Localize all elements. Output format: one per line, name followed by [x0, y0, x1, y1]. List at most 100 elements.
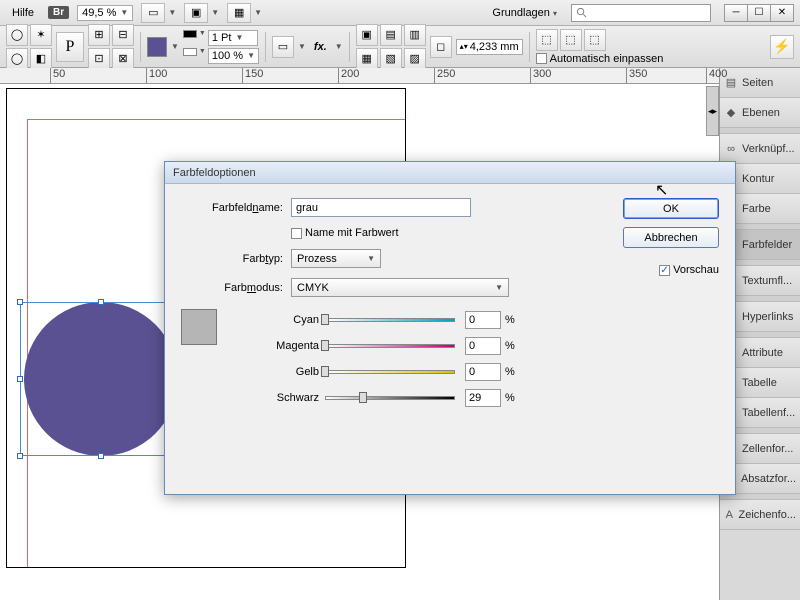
ruler-tick: 50 [50, 68, 65, 84]
panel-label: Hyperlinks [742, 311, 793, 323]
ruler-tick: 250 [434, 68, 455, 84]
panel-icon: A [724, 508, 735, 522]
panel-label: Verknüpf... [742, 143, 795, 155]
ruler-tick: 200 [338, 68, 359, 84]
bridge-badge[interactable]: Br [48, 6, 69, 19]
menu-help[interactable]: Hilfe [6, 5, 40, 21]
maximize-button[interactable]: ☐ [747, 4, 771, 22]
opacity-value: 100 % [212, 50, 243, 62]
swatch-options-dialog: Farbfeldoptionen Farbfeldname: Name mit … [164, 161, 736, 495]
panel-zeichenfo...[interactable]: A Zeichenfo... [720, 500, 800, 530]
wrap-icon-4[interactable]: ▦ [356, 48, 378, 70]
cyan-slider[interactable] [325, 315, 455, 325]
control-toolbar: ◯ ✶ ◯ ◧ P ⊞ ⊟ ⊡ ⊠ ▼ ▼1 Pt▼ ▼100 %▼ ▭▼ fx… [0, 26, 800, 68]
preview-label: Vorschau [673, 264, 719, 276]
panel-collapse-button[interactable]: ◂▸ [706, 86, 719, 136]
panel-label: Kontur [742, 173, 774, 185]
zoom-value: 49,5 % [82, 7, 116, 19]
minimize-button[interactable]: ─ [724, 4, 748, 22]
cyan-input[interactable] [465, 311, 501, 329]
chevron-down-icon: ▼ [367, 254, 375, 263]
panel-label: Ebenen [742, 107, 780, 119]
opacity-input[interactable]: 100 %▼ [208, 48, 259, 64]
tool-ellipse2-icon[interactable]: ◯ [6, 48, 28, 70]
name-with-value-checkbox[interactable]: Name mit Farbwert [291, 227, 399, 239]
color-type-select[interactable]: Prozess ▼ [291, 249, 381, 268]
yellow-input[interactable] [465, 363, 501, 381]
swatch-name-input[interactable] [291, 198, 471, 217]
screen-mode-button[interactable]: ▣ [184, 3, 208, 23]
magenta-input[interactable] [465, 337, 501, 355]
fx-button[interactable]: fx. [310, 39, 331, 55]
wrap-icon-3[interactable]: ▥ [404, 24, 426, 46]
align2-icon[interactable]: ⊡ [88, 48, 110, 70]
distribute-icon[interactable]: ⊟ [112, 24, 134, 46]
stroke-swatch[interactable] [183, 30, 197, 38]
effects-icon[interactable]: ▭ [272, 36, 294, 58]
close-button[interactable]: ✕ [770, 4, 794, 22]
dialog-titlebar[interactable]: Farbfeldoptionen [165, 162, 735, 184]
corner-radius-value: 4,233 mm [470, 41, 519, 53]
ruler-tick: 300 [530, 68, 551, 84]
selected-object[interactable] [20, 302, 182, 456]
autofit-label: Automatisch einpassen [550, 53, 664, 65]
color-type-label: Farbtyp: [181, 253, 291, 265]
search-input[interactable] [571, 4, 711, 22]
panel-label: Zellenfor... [742, 443, 793, 455]
corner-radius-input[interactable]: ▴▾4,233 mm [456, 39, 523, 55]
align-icon[interactable]: ⊞ [88, 24, 110, 46]
yellow-slider[interactable] [325, 367, 455, 377]
workspace-selector[interactable]: Grundlagen ▾ [486, 5, 563, 21]
tool-gradient-icon[interactable]: ◧ [30, 48, 52, 70]
color-mode-select[interactable]: CMYK▼ [291, 278, 509, 297]
wrap-icon-2[interactable]: ▤ [380, 24, 402, 46]
swatch-preview [181, 309, 217, 345]
view-mode-button[interactable]: ▭ [141, 3, 165, 23]
cancel-button[interactable]: Abbrechen [623, 227, 719, 248]
corner-icon[interactable]: ◻ [430, 36, 452, 58]
search-icon [576, 7, 587, 18]
dialog-title: Farbfeldoptionen [173, 167, 256, 179]
quick-apply-icon[interactable]: ⚡ [770, 35, 794, 59]
ruler-tick: 100 [146, 68, 167, 84]
autofit-checkbox[interactable]: Automatisch einpassen [536, 53, 664, 65]
panel-ebenen[interactable]: ◆ Ebenen [720, 98, 800, 128]
cyan-label: Cyan [267, 314, 325, 326]
wrap-icon-5[interactable]: ▧ [380, 48, 402, 70]
fit-icon-2[interactable]: ⬚ [560, 29, 582, 51]
nofill-swatch[interactable] [183, 48, 197, 56]
fill-swatch[interactable] [147, 37, 167, 57]
fit-icon-3[interactable]: ⬚ [584, 29, 606, 51]
arrange-button[interactable]: ▦ [227, 3, 251, 23]
black-slider[interactable] [325, 393, 455, 403]
zoom-level[interactable]: 49,5 % ▼ [77, 5, 133, 21]
window-controls: ─ ☐ ✕ [725, 4, 794, 22]
panel-seiten[interactable]: ▤Seiten [720, 68, 800, 98]
panel-verknüpf...[interactable]: ∞ Verknüpf... [720, 134, 800, 164]
panel-label: Farbfelder [742, 239, 792, 251]
panel-icon: ◆ [724, 106, 738, 120]
distribute2-icon[interactable]: ⊠ [112, 48, 134, 70]
panel-label: Farbe [742, 203, 771, 215]
wrap-icon-6[interactable]: ▨ [404, 48, 426, 70]
wrap-icon-1[interactable]: ▣ [356, 24, 378, 46]
paragraph-style-icon[interactable]: P [56, 32, 84, 62]
magenta-slider[interactable] [325, 341, 455, 351]
chevron-down-icon: ▼ [120, 8, 128, 17]
stroke-weight-input[interactable]: 1 Pt▼ [208, 30, 258, 46]
magenta-label: Magenta [267, 340, 325, 352]
black-input[interactable] [465, 389, 501, 407]
tool-ellipse-icon[interactable]: ◯ [6, 24, 28, 46]
color-mode-label: Farbmodus: [181, 282, 291, 294]
panel-label: Zeichenfo... [739, 509, 796, 521]
ok-button[interactable]: OK [623, 198, 719, 219]
panel-icon: ∞ [724, 142, 738, 156]
pct-label: % [505, 340, 515, 352]
preview-checkbox[interactable]: Vorschau [659, 264, 719, 276]
fit-icon-1[interactable]: ⬚ [536, 29, 558, 51]
pct-label: % [505, 314, 515, 326]
panel-label: Textumfl... [742, 275, 792, 287]
swatch-name-label: Farbfeldname: [181, 202, 291, 214]
tool-star-icon[interactable]: ✶ [30, 24, 52, 46]
color-type-value: Prozess [297, 253, 337, 265]
